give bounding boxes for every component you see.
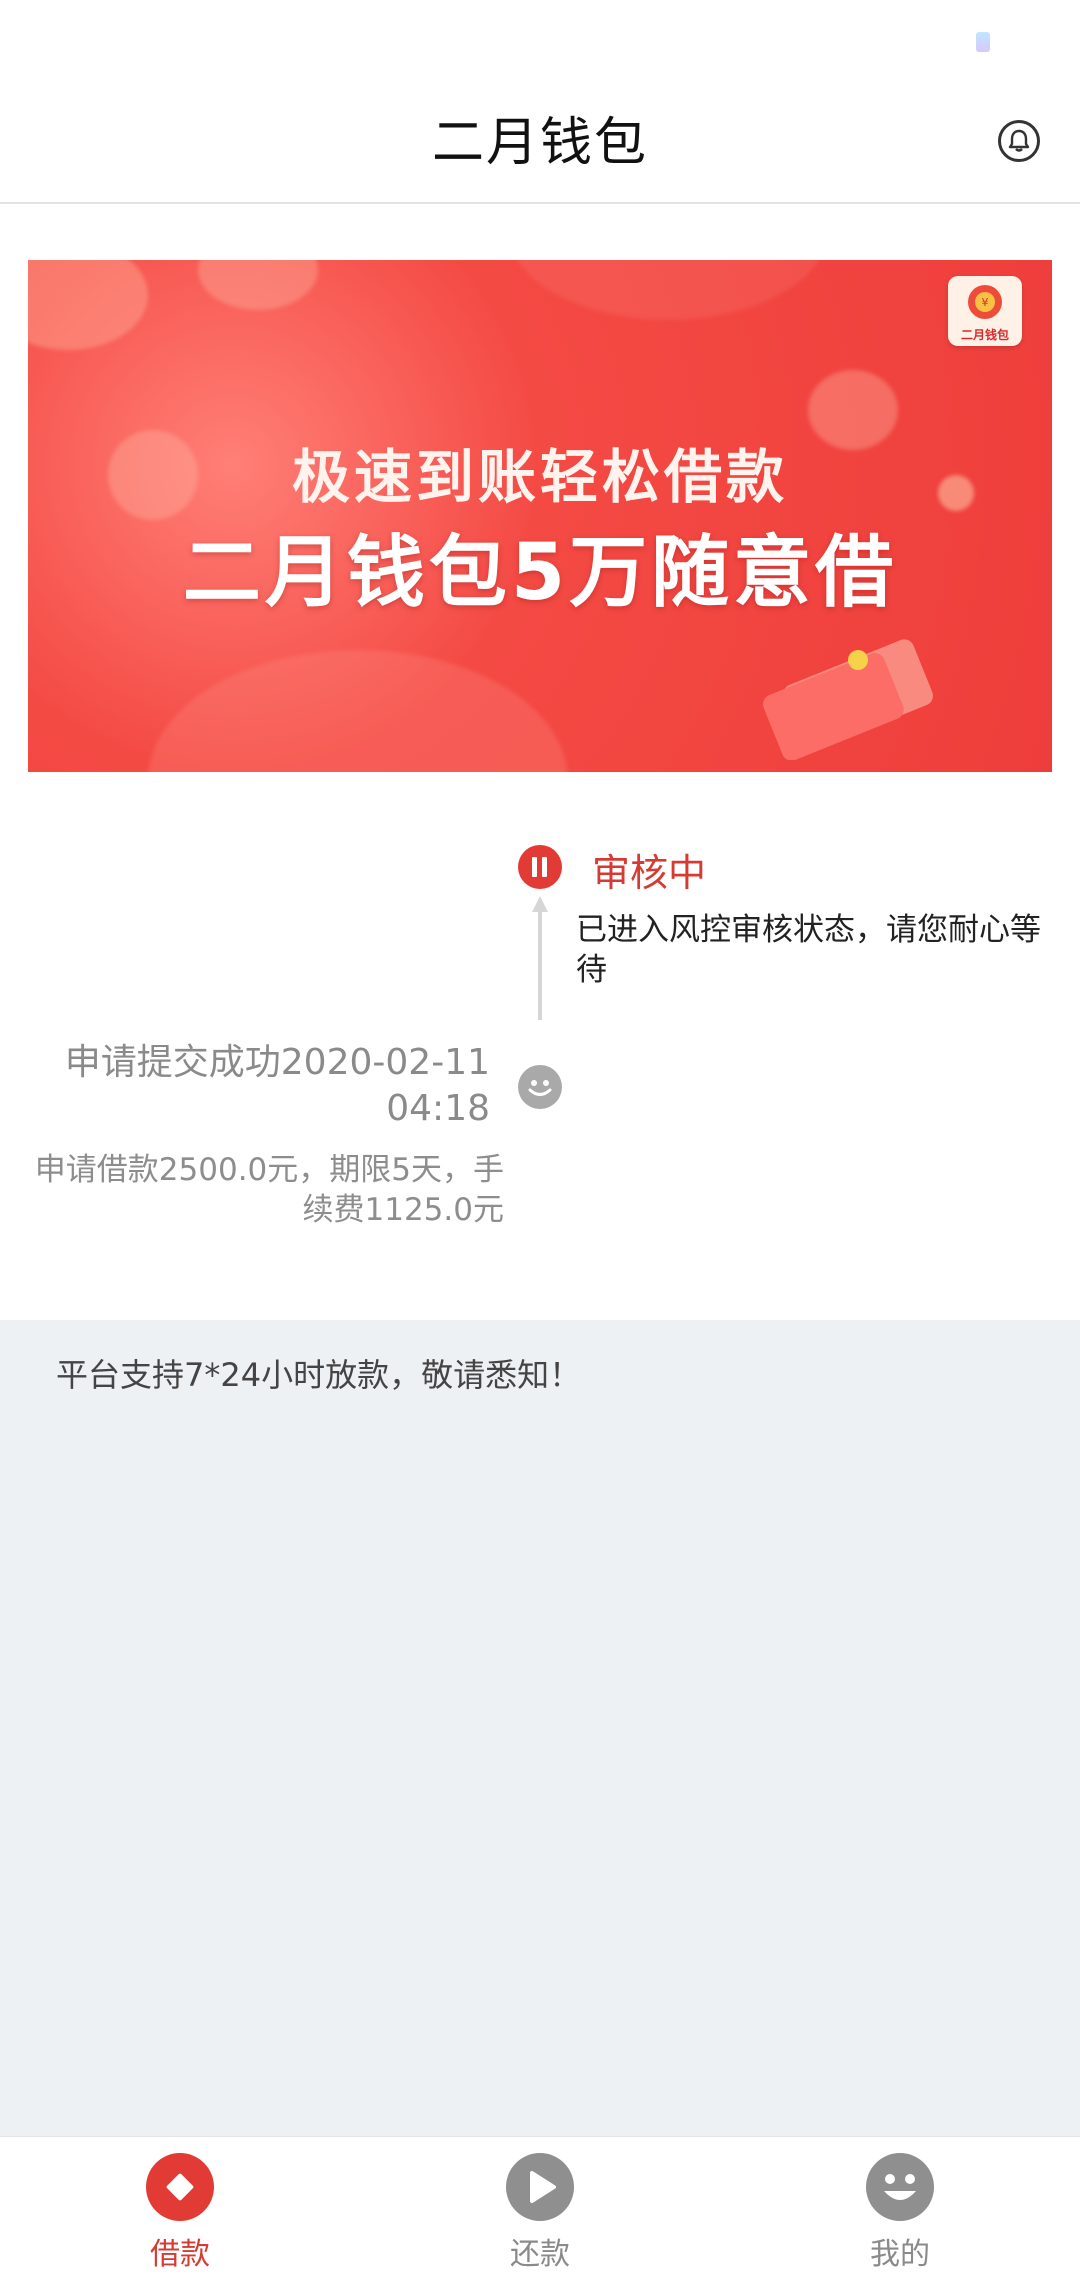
page-title: 二月钱包 xyxy=(431,113,648,173)
notice-text: 平台支持7*24小时放款，敬请悉知！ xyxy=(56,1356,582,1394)
play-icon xyxy=(506,2153,574,2221)
app-header: 二月钱包 xyxy=(0,84,1080,204)
banner-subheadline: 二月钱包5万随意借 xyxy=(182,528,898,618)
tab-mine[interactable]: 我的 xyxy=(720,2137,1080,2280)
tab-mine-label: 我的 xyxy=(870,2237,930,2272)
smile-icon xyxy=(518,1065,562,1109)
tab-repay-label: 还款 xyxy=(510,2237,570,2272)
bottom-tab-bar: 借款 还款 我的 xyxy=(0,2136,1080,2280)
banner-headline: 极速到账轻松借款 xyxy=(291,443,788,511)
logo-text: 二月钱包 xyxy=(960,328,1009,342)
bell-icon[interactable] xyxy=(998,120,1040,162)
status-indicator xyxy=(976,32,990,52)
diamond-icon xyxy=(146,2153,214,2221)
promo-banner[interactable]: 极速到账轻松借款 二月钱包5万随意借 ¥ 二月钱包 xyxy=(28,260,1052,772)
app-logo: ¥ 二月钱包 xyxy=(948,276,1022,346)
smiley-icon xyxy=(866,2153,934,2221)
tab-borrow-label: 借款 xyxy=(150,2237,210,2272)
submit-status: 申请提交成功2020-02-11 04:18 xyxy=(64,1042,490,1129)
loan-details: 申请借款2500.0元，期限5天，手续费1125.0元 xyxy=(34,1152,504,1228)
timeline-connector xyxy=(538,910,542,1020)
tab-repay[interactable]: 还款 xyxy=(360,2137,720,2280)
svg-text:¥: ¥ xyxy=(982,296,989,309)
notice-area: 平台支持7*24小时放款，敬请悉知！ xyxy=(0,1320,1080,2136)
status-bar xyxy=(0,0,1080,84)
loan-timeline: 审核中 已进入风控审核状态，请您耐心等待 申请提交成功2020-02-11 04… xyxy=(0,800,1080,1320)
pause-icon xyxy=(518,845,562,889)
tab-borrow[interactable]: 借款 xyxy=(0,2137,360,2280)
review-description: 已进入风控审核状态，请您耐心等待 xyxy=(576,912,1041,988)
red-envelope-icon xyxy=(763,639,933,760)
review-status: 审核中 xyxy=(592,851,707,895)
